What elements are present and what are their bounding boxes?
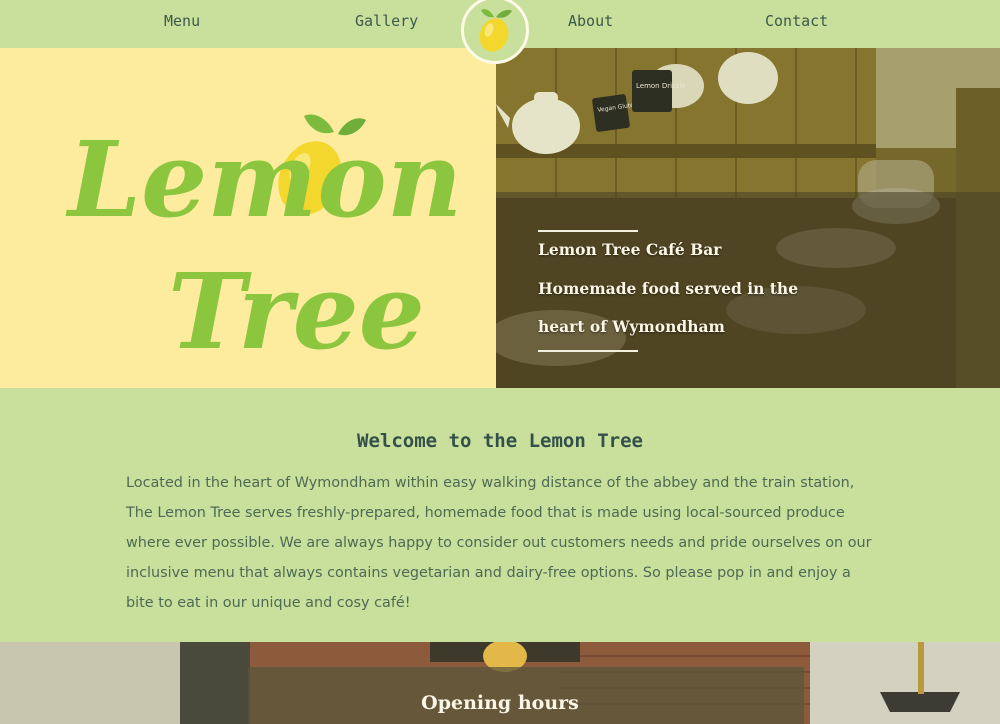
svg-text:Lemon Drizzle: Lemon Drizzle xyxy=(636,82,686,90)
caption-line-1: Homemade food served in the xyxy=(538,279,799,298)
top-nav: Menu Gallery About Contact xyxy=(0,0,1000,64)
logo-word-tree: Tree xyxy=(168,250,425,373)
hero-caption-overlay: Lemon Tree Café Bar Homemade food served… xyxy=(496,192,1000,388)
caption-line-2: heart of Wymondham xyxy=(538,317,725,336)
hero-photo-panel: Vegan Gluten Free Lemon Drizzle Lemon Tr… xyxy=(496,48,1000,388)
opening-hours-heading: Opening hours xyxy=(421,692,579,714)
welcome-paragraph: Located in the heart of Wymondham within… xyxy=(126,475,872,611)
lemon-icon xyxy=(479,9,512,52)
opening-hours-section: Opening hours xyxy=(0,642,1000,724)
nav-gallery-link[interactable]: Gallery xyxy=(355,12,418,30)
caption-bottom-rule xyxy=(538,350,638,352)
nav-menu-link[interactable]: Menu xyxy=(164,12,200,30)
nav-about-link[interactable]: About xyxy=(568,12,613,30)
welcome-section: Welcome to the Lemon Tree Located in the… xyxy=(0,388,1000,642)
caption-title: Lemon Tree Café Bar xyxy=(538,240,722,259)
nav-contact-link[interactable]: Contact xyxy=(765,12,828,30)
caption-top-rule xyxy=(538,230,638,232)
hero-logo-panel: Lemon Tree xyxy=(0,48,496,388)
logo-word-lemon: Lemon xyxy=(65,118,462,241)
lemon-drizzle-sign xyxy=(632,70,672,112)
lemon-tree-logo: Lemon Tree xyxy=(65,114,462,373)
welcome-heading: Welcome to the Lemon Tree xyxy=(357,430,643,452)
